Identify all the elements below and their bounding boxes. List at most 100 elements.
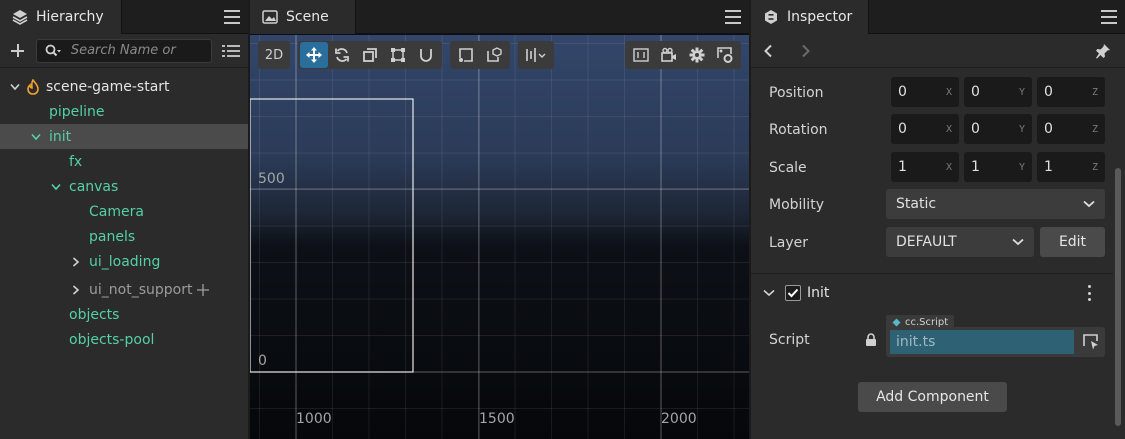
chevron-right-icon[interactable] bbox=[69, 256, 83, 267]
mode-group: 2D bbox=[258, 41, 290, 69]
tree-item-fx[interactable]: fx bbox=[0, 149, 248, 174]
mobility-label: Mobility bbox=[769, 197, 824, 213]
pivot-button[interactable] bbox=[452, 42, 480, 68]
tab-scene-label: Scene bbox=[286, 9, 329, 25]
position-label: Position bbox=[769, 85, 824, 101]
chevron-down-icon[interactable] bbox=[8, 83, 22, 91]
axis-y-label: Y bbox=[1018, 161, 1025, 173]
tree-item-objects-pool[interactable]: objects-pool bbox=[0, 327, 248, 352]
scale-tool-button[interactable] bbox=[356, 42, 384, 68]
pin-icon[interactable] bbox=[1095, 43, 1111, 59]
axis-x-label: X bbox=[945, 123, 952, 135]
local-global-button[interactable] bbox=[480, 42, 508, 68]
scene-y-label-500: 500 bbox=[258, 171, 285, 187]
resolution-button[interactable] bbox=[627, 42, 655, 68]
rect-transform-icon bbox=[391, 48, 405, 62]
scene-settings-button[interactable] bbox=[683, 42, 711, 68]
tree-item-scene[interactable]: scene-game-start bbox=[0, 74, 248, 99]
align-button[interactable] bbox=[520, 42, 552, 68]
search-box[interactable] bbox=[35, 38, 213, 63]
hierarchy-tabbar: Hierarchy bbox=[0, 0, 248, 34]
scale-x-value: 1 bbox=[898, 159, 907, 175]
position-x-value: 0 bbox=[898, 84, 907, 100]
scale-x-field[interactable]: 1 X bbox=[891, 152, 959, 182]
local-space-icon bbox=[487, 47, 502, 62]
search-input[interactable] bbox=[70, 43, 201, 58]
position-x-field[interactable]: 0 X bbox=[891, 77, 959, 107]
locate-asset-icon[interactable] bbox=[1083, 334, 1099, 350]
gizmo-settings-button[interactable] bbox=[711, 42, 739, 68]
axis-y-label: Y bbox=[1018, 123, 1025, 135]
tab-hierarchy[interactable]: Hierarchy bbox=[0, 0, 122, 34]
search-icon bbox=[45, 44, 61, 56]
scale-y-field[interactable]: 1 Y bbox=[964, 152, 1032, 182]
tab-scene[interactable]: Scene bbox=[250, 0, 356, 34]
scene-toolbar: 2D bbox=[258, 41, 562, 69]
script-asset-field[interactable]: init.ts bbox=[890, 330, 1074, 354]
tree-item-canvas[interactable]: canvas bbox=[0, 174, 248, 199]
rotation-z-field[interactable]: 0 Z bbox=[1037, 114, 1105, 144]
inspector-tabbar: Inspector bbox=[751, 0, 1125, 34]
layer-edit-button[interactable]: Edit bbox=[1040, 227, 1105, 257]
tree-item-init[interactable]: init bbox=[0, 124, 248, 149]
scale-z-field[interactable]: 1 Z bbox=[1037, 152, 1105, 182]
tree-item-label: canvas bbox=[69, 178, 119, 195]
add-node-button[interactable] bbox=[8, 41, 28, 61]
position-z-field[interactable]: 0 Z bbox=[1037, 77, 1105, 107]
scale-label: Scale bbox=[769, 160, 807, 176]
back-arrow-icon[interactable] bbox=[763, 44, 773, 58]
tree-item-ui-loading[interactable]: ui_loading bbox=[0, 249, 248, 274]
rotation-x-field[interactable]: 0 X bbox=[891, 114, 959, 144]
view-options-group bbox=[625, 41, 741, 69]
chevron-down-icon[interactable] bbox=[29, 133, 43, 141]
axis-x-label: X bbox=[945, 86, 952, 98]
hierarchy-toolbar bbox=[0, 34, 248, 68]
camera-button[interactable] bbox=[655, 42, 683, 68]
hierarchy-menu-icon[interactable] bbox=[224, 10, 240, 24]
tree-item-panels[interactable]: panels bbox=[0, 224, 248, 249]
inspector-menu-icon[interactable] bbox=[1101, 10, 1117, 24]
chevron-right-icon[interactable] bbox=[69, 284, 83, 295]
position-y-field[interactable]: 0 Y bbox=[964, 77, 1032, 107]
axis-z-label: Z bbox=[1091, 123, 1098, 135]
rotation-y-field[interactable]: 0 Y bbox=[964, 114, 1032, 144]
snap-tool-button[interactable] bbox=[412, 42, 440, 68]
rect-tool-button[interactable] bbox=[384, 42, 412, 68]
script-type-text: cc.Script bbox=[905, 316, 949, 328]
tree-item-label: objects bbox=[69, 306, 120, 323]
component-enabled-checkbox[interactable] bbox=[785, 285, 801, 301]
list-view-icon[interactable] bbox=[222, 44, 241, 58]
axis-z-label: Z bbox=[1091, 86, 1098, 98]
tree-item-ui-not-support[interactable]: ui_not_support bbox=[0, 277, 248, 302]
inspector-nav bbox=[751, 34, 1125, 68]
mode-2d-button[interactable]: 2D bbox=[260, 42, 288, 68]
scene-menu-icon[interactable] bbox=[725, 10, 741, 24]
scene-y-label-0: 0 bbox=[258, 353, 267, 369]
chevron-down-icon[interactable] bbox=[49, 183, 63, 191]
tree-item-label: objects-pool bbox=[69, 331, 155, 348]
axis-z-label: Z bbox=[1091, 161, 1098, 173]
tree-item-label: ui_not_support bbox=[89, 281, 193, 298]
rotate-tool-button[interactable] bbox=[328, 42, 356, 68]
component-more-icon[interactable] bbox=[1088, 285, 1092, 301]
move-tool-button[interactable] bbox=[300, 42, 328, 68]
forward-arrow-icon[interactable] bbox=[801, 44, 811, 58]
tree-item-objects[interactable]: objects bbox=[0, 302, 248, 327]
scene-viewport[interactable]: 500 0 1000 1500 2000 2D bbox=[250, 35, 749, 439]
scene-view-tools bbox=[625, 41, 741, 69]
layer-select[interactable]: DEFAULT bbox=[886, 227, 1034, 257]
tree-item-pipeline[interactable]: pipeline bbox=[0, 99, 248, 124]
mobility-select[interactable]: Static bbox=[886, 189, 1105, 219]
inspector-scrollbar[interactable] bbox=[1115, 168, 1121, 426]
tree-item-camera[interactable]: Camera bbox=[0, 199, 248, 224]
move-icon bbox=[306, 47, 322, 63]
tab-inspector[interactable]: Inspector bbox=[751, 0, 869, 34]
prefab-plus-icon bbox=[197, 283, 210, 296]
gizmo-settings-icon bbox=[717, 47, 733, 63]
collapse-chevron-icon[interactable] bbox=[763, 289, 775, 297]
scale-y-value: 1 bbox=[971, 159, 980, 175]
scene-x-label-1000: 1000 bbox=[296, 411, 332, 427]
scene-grid bbox=[250, 35, 749, 439]
add-component-button[interactable]: Add Component bbox=[858, 382, 1007, 412]
inspector-panel: Inspector Position 0 X 0 Y 0 Z Rotation … bbox=[751, 0, 1125, 439]
